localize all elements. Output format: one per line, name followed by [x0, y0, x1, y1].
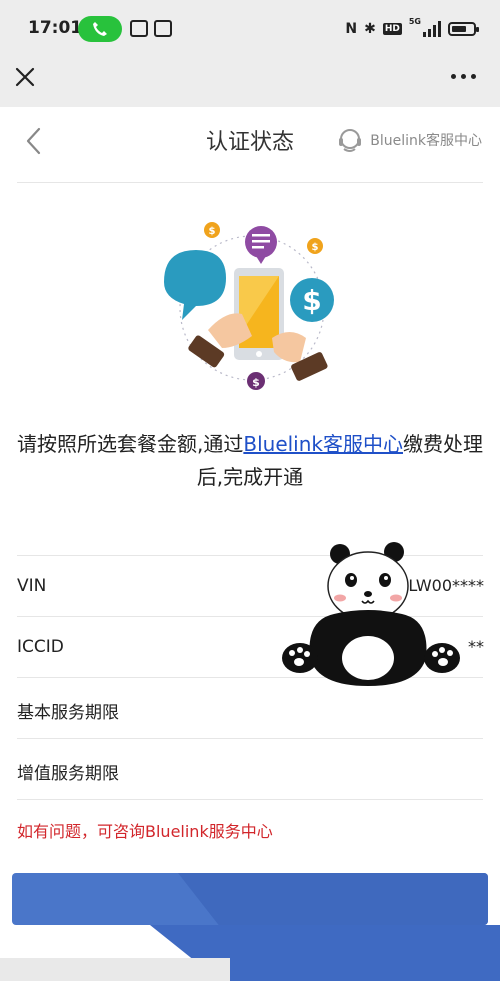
status-bar: 17:01 N ✱ HD 5G	[0, 0, 500, 58]
call-icon	[93, 22, 107, 36]
basic-service-label: 基本服务期限	[17, 703, 119, 723]
action-button[interactable]	[12, 873, 488, 925]
service-center-link[interactable]: Bluelink客服中心	[243, 432, 403, 456]
hd-icon: HD	[382, 23, 402, 35]
status-message: 请按照所选套餐金额,通过Bluelink客服中心缴费处理后,完成开通	[14, 428, 486, 494]
svg-text:$: $	[312, 242, 319, 253]
vin-label: VIN	[17, 576, 47, 596]
hand-right-icon	[272, 332, 328, 381]
coin-icon: $	[204, 222, 220, 238]
dollar-icon: $	[290, 278, 334, 322]
nfc-icon: N	[345, 21, 358, 37]
status-time: 17:01	[28, 18, 83, 38]
news-app-icon	[154, 20, 172, 37]
customer-service-label: Bluelink客服中心	[370, 133, 482, 149]
battery-icon	[448, 22, 479, 36]
call-indicator[interactable]	[78, 16, 122, 42]
payment-illustration: $ $ $ $	[164, 222, 334, 390]
coin-icon: $	[307, 238, 323, 254]
network-label: 5G	[408, 17, 421, 26]
headset-icon	[339, 129, 362, 152]
svg-text:$: $	[252, 376, 260, 389]
message-icon	[245, 226, 277, 264]
webview-bar	[0, 58, 500, 107]
signal-icon	[423, 21, 441, 37]
row-divider	[17, 799, 483, 800]
hand-left-icon	[188, 313, 252, 368]
row-divider	[17, 738, 483, 739]
help-text[interactable]: 如有问题，可咨询Bluelink服务中心	[17, 818, 273, 842]
value-added-service-label: 增值服务期限	[17, 764, 119, 784]
svg-text:$: $	[302, 284, 321, 317]
bluetooth-icon: ✱	[364, 21, 376, 37]
mail-icon	[130, 20, 148, 37]
more-icon[interactable]	[451, 74, 476, 79]
panda-sticker	[282, 542, 460, 686]
svg-text:$: $	[209, 226, 216, 237]
message-text-before: 请按照所选套餐金额,通过	[17, 432, 244, 456]
header-divider	[17, 182, 483, 183]
chat-bubble-icon	[164, 250, 226, 320]
bottom-bar	[0, 958, 230, 981]
coin-icon: $	[247, 372, 265, 390]
iccid-label: ICCID	[17, 637, 64, 657]
customer-service-link[interactable]: Bluelink客服中心	[336, 126, 482, 154]
close-icon[interactable]	[14, 66, 36, 88]
